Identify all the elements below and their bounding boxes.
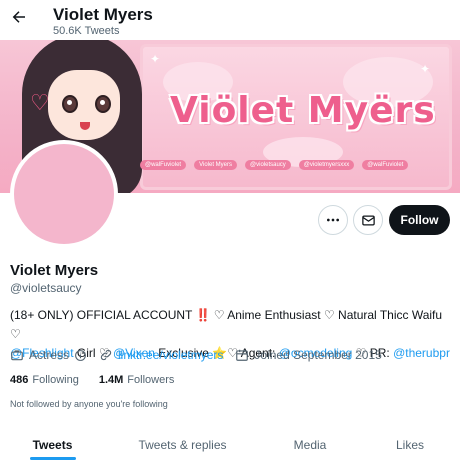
follow-stats: 486 Following 1.4M Followers [10, 374, 194, 386]
following-count: 486 [10, 374, 29, 386]
following-link[interactable]: 486 Following [10, 374, 79, 386]
ellipsis-icon [327, 218, 339, 222]
mutual-followers-note: Not followed by anyone you're following [10, 399, 168, 409]
profile-header-bar: Violet Myers 50.6K Tweets [0, 0, 460, 40]
follow-button[interactable]: Follow [389, 205, 450, 235]
profile-name: Violet Myers [10, 262, 99, 279]
tab-tweets-replies[interactable]: Tweets & replies [105, 428, 260, 460]
avatar[interactable] [10, 140, 118, 248]
tab-likes[interactable]: Likes [360, 428, 460, 460]
banner-social-tag: @violetsaucy [245, 160, 291, 170]
back-arrow-icon[interactable] [8, 6, 30, 28]
tab-media[interactable]: Media [260, 428, 360, 460]
banner-social-tag: @violetmyersxxx [298, 160, 355, 170]
profile-handle: @violetsaucy [10, 281, 82, 295]
following-label: Following [32, 374, 79, 386]
sparkle-icon: ✦ [150, 52, 161, 66]
profile-tabs: Tweets Tweets & replies Media Likes [0, 428, 460, 460]
profile-category: Actress [10, 348, 87, 362]
heart-icon: ♡ [30, 90, 50, 115]
sparkle-icon: ✦ [420, 62, 431, 76]
message-button[interactable] [353, 205, 383, 235]
banner-social-tag: @walFuviolet [140, 160, 187, 170]
profile-website: linktr.ee/violetmyers [99, 348, 223, 362]
followers-label: Followers [127, 374, 175, 386]
profile-meta: Actress linktr.ee/violetmyers Joined Sep… [10, 348, 394, 362]
double-exclamation-icon: ‼️ [195, 308, 211, 322]
link-icon [100, 349, 112, 361]
profile-joined: Joined September 2015 [235, 348, 382, 362]
followers-count: 1.4M [98, 374, 124, 386]
more-options-button[interactable] [318, 205, 348, 235]
briefcase-icon [11, 350, 23, 361]
banner-social-tag: Violet Myers [194, 160, 238, 170]
followers-link[interactable]: 1.4M Followers [99, 374, 175, 386]
bio-link-pr[interactable]: @therubpr [393, 346, 450, 360]
banner-social-tag: @walFuviolet [362, 160, 409, 170]
header-name: Violet Myers [53, 5, 153, 24]
website-link[interactable]: linktr.ee/violetmyers [118, 348, 223, 362]
info-icon[interactable] [74, 349, 87, 362]
header-tweet-count: 50.6K Tweets [53, 25, 120, 37]
calendar-icon [236, 349, 249, 361]
banner-title: Viölet Myërs [170, 90, 436, 131]
tab-tweets[interactable]: Tweets [0, 428, 105, 460]
envelope-icon [361, 215, 375, 225]
banner-social-handles: @walFuviolet Violet Myers @violetsaucy @… [140, 160, 409, 170]
